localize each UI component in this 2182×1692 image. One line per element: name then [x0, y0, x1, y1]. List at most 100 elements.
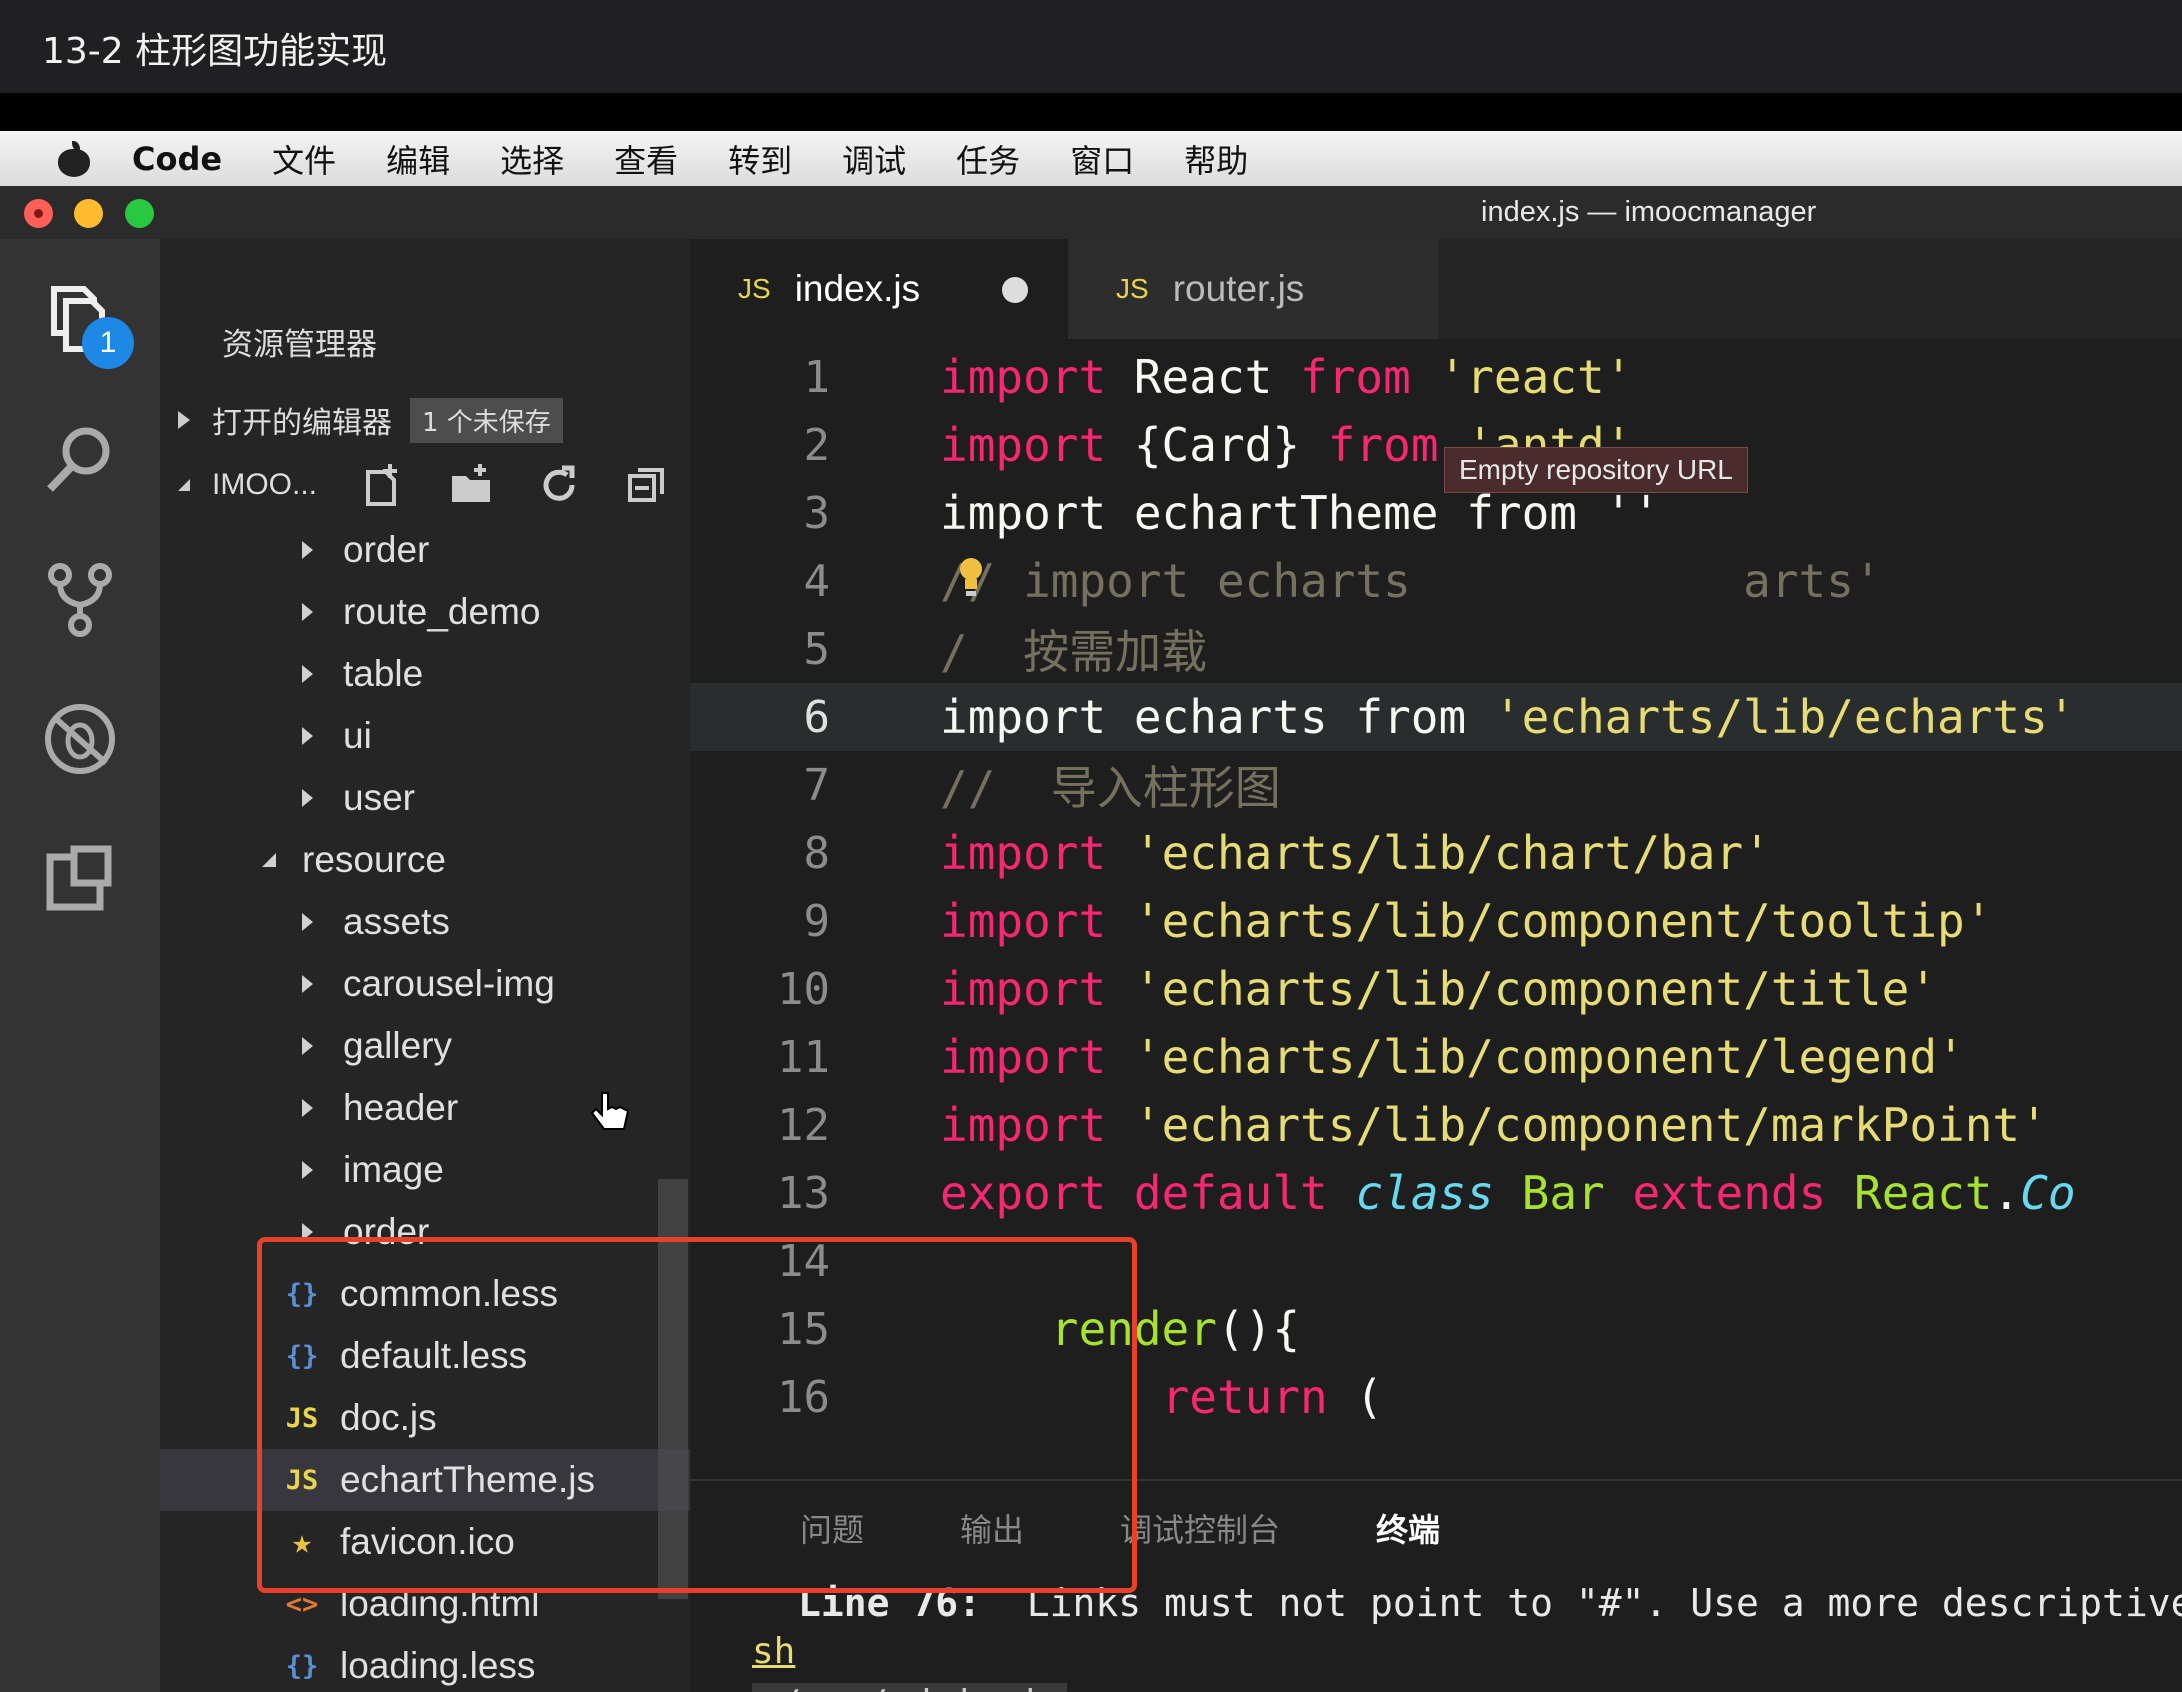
code-text: import 'echarts/lib/component/tooltip' — [940, 894, 1992, 948]
code-text: export default class Bar extends React.C… — [940, 1166, 2076, 1220]
maximize-window-button[interactable] — [125, 199, 154, 228]
tab-index-js[interactable]: JS index.js — [690, 239, 1068, 339]
line-number: 3 — [803, 487, 831, 539]
chevron-right-icon — [302, 541, 313, 559]
tree-folder-resource[interactable]: resource — [160, 829, 690, 891]
code-line[interactable]: 4 // import echarts arts' — [690, 547, 2182, 615]
tree-file-loading-less[interactable]: {} loading.less — [160, 1635, 690, 1692]
code-line[interactable]: 6 import echarts from 'echarts/lib/echart… — [690, 683, 2182, 751]
code-line[interactable]: 1 import React from 'react' — [690, 343, 2182, 411]
tree-folder-image[interactable]: image — [160, 1139, 690, 1201]
tree-folder-gallery[interactable]: gallery — [160, 1015, 690, 1077]
project-section[interactable]: IMOO... — [160, 457, 690, 513]
tab-terminal[interactable]: 终端 — [1376, 1505, 1440, 1551]
terminal-path: ./src/admin.js — [752, 1683, 1068, 1692]
html-file-icon: <> — [285, 1588, 319, 1620]
new-folder-icon[interactable] — [448, 462, 494, 508]
line-number: 9 — [803, 895, 831, 947]
code-text: import echartTheme from '' — [940, 486, 1660, 540]
code-text: import echarts from 'echarts/lib/echarts… — [940, 690, 2075, 744]
code-text: / 按需加载 — [940, 616, 1207, 682]
code-token: Co — [2020, 1166, 2076, 1220]
open-editors-section[interactable]: 打开的编辑器 1 个未保存 — [160, 394, 690, 446]
minimize-window-button[interactable] — [74, 199, 103, 228]
line-number: 6 — [803, 691, 831, 743]
code-line[interactable]: 5 / 按需加载 — [690, 615, 2182, 683]
code-line[interactable]: 2 import {Card} from 'antd' — [690, 411, 2182, 479]
menu-file[interactable]: 文件 — [272, 136, 336, 182]
collapse-all-icon[interactable] — [624, 462, 670, 508]
chevron-right-icon — [302, 1161, 313, 1179]
search-icon[interactable] — [40, 419, 120, 499]
source-control-icon[interactable] — [40, 559, 120, 639]
tree-label: resource — [302, 839, 446, 880]
menu-edit[interactable]: 编辑 — [386, 136, 450, 182]
tree-folder-user[interactable]: user — [160, 767, 690, 829]
menu-debug[interactable]: 调试 — [842, 136, 906, 182]
code-line[interactable]: 8 import 'echarts/lib/chart/bar' — [690, 819, 2182, 887]
tab-label: router.js — [1172, 268, 1305, 309]
menu-selection[interactable]: 选择 — [500, 136, 564, 182]
debug-icon[interactable] — [40, 699, 120, 779]
code-text: import 'echarts/lib/component/title' — [940, 962, 1937, 1016]
code-token: React — [1106, 350, 1301, 404]
code-token: from — [1300, 350, 1411, 404]
code-token: extends — [1632, 1166, 1827, 1220]
tree-folder-table[interactable]: table — [160, 643, 690, 705]
menu-window[interactable]: 窗口 — [1070, 136, 1134, 182]
code-line[interactable]: 3 import echartTheme from '' — [690, 479, 2182, 547]
explorer-icon[interactable]: 1 — [40, 279, 134, 369]
close-window-button[interactable] — [24, 199, 53, 228]
tree-label: ui — [343, 715, 372, 756]
chevron-right-icon — [302, 975, 313, 993]
code-line[interactable]: 12 import 'echarts/lib/component/markPoin… — [690, 1091, 2182, 1159]
code-text: // import echarts arts' — [940, 554, 1882, 608]
menu-tasks[interactable]: 任务 — [956, 136, 1020, 182]
code-text: // 导入柱形图 — [940, 752, 1281, 818]
code-token: return — [1161, 1370, 1328, 1424]
code-token: . — [1992, 1166, 2021, 1220]
menu-help[interactable]: 帮助 — [1184, 136, 1248, 182]
video-title: 13-2 柱形图功能实现 — [0, 0, 2182, 93]
annotation-highlight-box — [257, 1237, 1137, 1593]
less-file-icon: {} — [285, 1650, 319, 1682]
lightbulb-icon[interactable] — [956, 555, 986, 599]
chevron-right-icon — [302, 1037, 313, 1055]
code-line[interactable]: 7 // 导入柱形图 — [690, 751, 2182, 819]
tree-label: table — [343, 653, 424, 694]
code-token: 'echarts/lib/component/tooltip' — [1133, 894, 1993, 948]
line-number: 13 — [777, 1167, 830, 1219]
unsaved-dot-icon[interactable] — [1002, 277, 1028, 303]
tree-folder-ui[interactable]: ui — [160, 705, 690, 767]
new-file-icon[interactable] — [360, 462, 406, 508]
line-number: 7 — [803, 759, 831, 811]
refresh-icon[interactable] — [536, 462, 582, 508]
menu-app-code[interactable]: Code — [132, 140, 222, 178]
tree-label: assets — [343, 901, 450, 942]
apple-icon[interactable] — [56, 140, 92, 177]
tree-folder-route-demo[interactable]: route_demo — [160, 581, 690, 643]
code-line[interactable]: 9 import 'echarts/lib/component/tooltip' — [690, 887, 2182, 955]
code-editor[interactable]: 1 import React from 'react' 2 import {Card}… — [690, 339, 2182, 1424]
tree-folder-assets[interactable]: assets — [160, 891, 690, 953]
letterbox-band — [0, 93, 2182, 131]
menu-go[interactable]: 转到 — [728, 136, 792, 182]
tree-folder-carousel-img[interactable]: carousel-img — [160, 953, 690, 1015]
tab-router-js[interactable]: JS router.js — [1068, 239, 1438, 339]
tree-folder-order[interactable]: order — [160, 519, 690, 581]
code-line[interactable]: 10 import 'echarts/lib/component/title' — [690, 955, 2182, 1023]
line-number: 5 — [803, 623, 831, 675]
tree-label: loading.less — [340, 1645, 536, 1686]
menu-view[interactable]: 查看 — [614, 136, 678, 182]
tab-debug-console[interactable]: 调试控制台 — [1120, 1505, 1280, 1551]
code-line[interactable]: 11 import 'echarts/lib/component/legend' — [690, 1023, 2182, 1091]
code-token: ( — [1327, 1370, 1384, 1424]
code-line[interactable]: 13 export default class Bar extends React… — [690, 1159, 2182, 1227]
extensions-icon[interactable] — [40, 839, 120, 919]
